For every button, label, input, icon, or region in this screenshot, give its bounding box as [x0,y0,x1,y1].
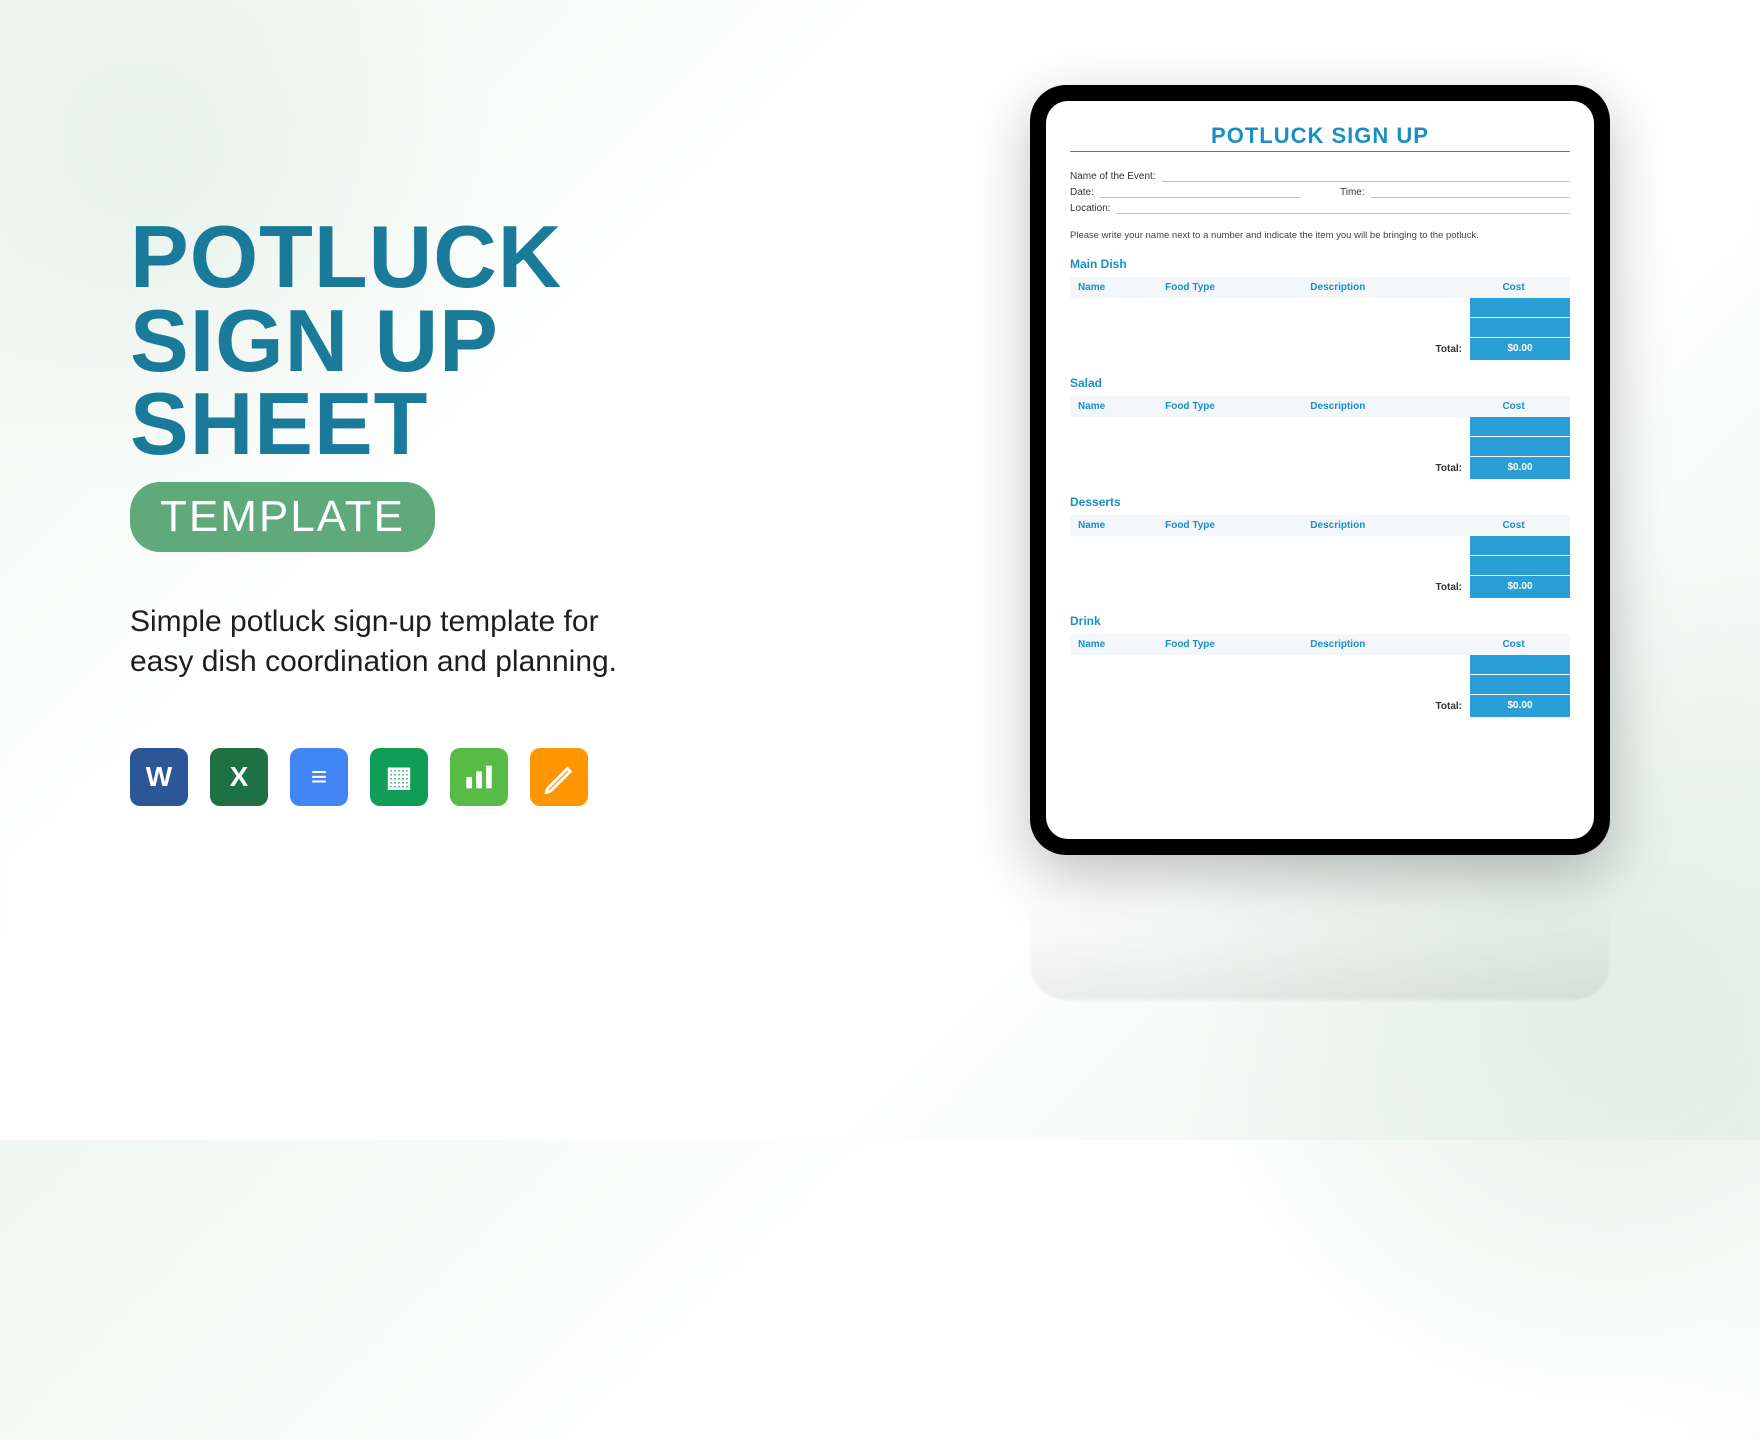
section-title: Salad [1070,376,1570,390]
total-value: $0.00 [1470,457,1570,479]
template-badge-label: TEMPLATE [160,492,405,541]
col-desc: Description [1310,282,1465,293]
title-line-1: POTLUCK [130,215,670,299]
title-line-2: SIGN UP SHEET [130,299,670,466]
cost-cell [1470,298,1570,318]
section-drink: Drink Name Food Type Description Cost To… [1070,614,1570,717]
section-main-dish: Main Dish Name Food Type Description Cos… [1070,257,1570,360]
col-food: Food Type [1165,282,1310,293]
total-value: $0.00 [1470,695,1570,717]
cost-cell [1470,318,1570,338]
tablet-reflection [1030,860,1610,1000]
total-label: Total: [1436,344,1462,355]
col-cost: Cost [1465,282,1562,293]
field-date-label: Date: [1070,187,1094,198]
table-header: Name Food Type Description Cost [1070,277,1570,298]
promo-description: Simple potluck sign-up template for easy… [130,602,670,683]
field-time-line [1371,186,1570,198]
google-sheets-icon: ▦ [370,748,428,806]
cost-cell [1470,556,1570,576]
field-date-time: Date: Time: [1070,186,1570,198]
col-name: Name [1078,282,1165,293]
cost-cell [1470,655,1570,675]
doc-title: POTLUCK SIGN UP [1070,123,1570,149]
total-value: $0.00 [1470,576,1570,598]
promo-panel: POTLUCK SIGN UP SHEET TEMPLATE Simple po… [130,215,670,806]
template-badge: TEMPLATE [130,482,435,552]
cost-cell [1470,417,1570,437]
cost-cell [1470,437,1570,457]
cost-cell [1470,675,1570,695]
section-salad: Salad Name Food Type Description Cost To… [1070,376,1570,479]
excel-icon: X [210,748,268,806]
document-preview: POTLUCK SIGN UP Name of the Event: Date:… [1046,101,1594,839]
cost-cell [1470,536,1570,556]
doc-instructions: Please write your name next to a number … [1070,230,1570,241]
table-header: Name Food Type Description Cost [1070,634,1570,655]
field-date-line [1100,186,1300,198]
section-title: Desserts [1070,495,1570,509]
field-event-label: Name of the Event: [1070,171,1156,182]
app-icons-row: W X ≡ ▦ [130,748,670,806]
table-header: Name Food Type Description Cost [1070,515,1570,536]
doc-title-underline [1070,151,1570,152]
section-desserts: Desserts Name Food Type Description Cost… [1070,495,1570,598]
section-title: Drink [1070,614,1570,628]
tablet-mockup: POTLUCK SIGN UP Name of the Event: Date:… [1030,85,1610,855]
google-docs-icon: ≡ [290,748,348,806]
section-title: Main Dish [1070,257,1570,271]
field-location: Location: [1070,202,1570,214]
table-header: Name Food Type Description Cost [1070,396,1570,417]
field-time-label: Time: [1340,187,1365,198]
pages-icon [530,748,588,806]
field-location-line [1117,202,1570,214]
field-event: Name of the Event: [1070,170,1570,182]
word-icon: W [130,748,188,806]
field-location-label: Location: [1070,203,1111,214]
field-event-line [1162,170,1570,182]
total-value: $0.00 [1470,338,1570,360]
numbers-icon [450,748,508,806]
